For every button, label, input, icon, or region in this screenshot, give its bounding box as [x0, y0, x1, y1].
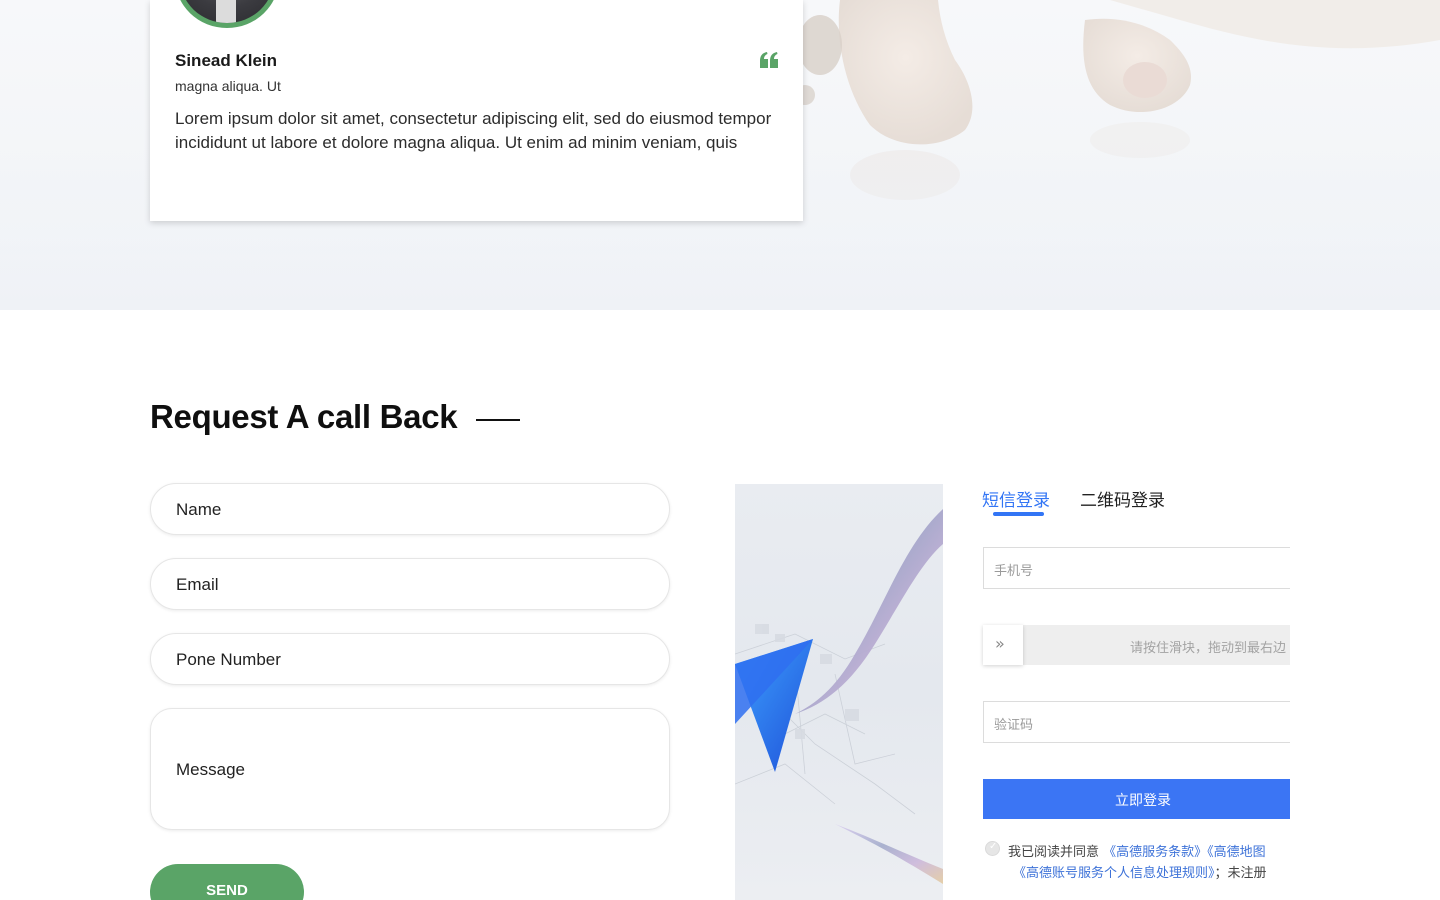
title-divider	[476, 419, 520, 421]
testimonial-name: Sinead Klein	[175, 51, 278, 70]
phone-placeholder: Pone Number	[176, 650, 281, 669]
tab-qr-login[interactable]: 二维码登录	[1080, 486, 1165, 511]
terms-link[interactable]: 《高德服务条款》	[1103, 845, 1207, 860]
quote-icon	[760, 52, 778, 68]
message-textarea[interactable]: Message	[150, 708, 670, 830]
slider-hint: 请按住滑块，拖动到最右边	[1129, 641, 1286, 656]
avatar	[175, 0, 279, 28]
agreement-suffix: ；未注册	[1214, 866, 1267, 881]
slider-handle[interactable]: »	[983, 625, 1023, 665]
testimonial-card: Sinead Klein magna aliqua. Ut Lorem ipsu…	[150, 0, 803, 221]
phone-number-placeholder: 手机号	[994, 564, 1034, 579]
agreement-text-line2: 《高德账号服务个人信息处理规则》；未注册	[1013, 862, 1267, 881]
agreement-prefix: 我已阅读并同意	[1008, 845, 1100, 860]
double-chevron-right-icon: »	[995, 634, 1005, 653]
tab-sms-login[interactable]: 短信登录	[982, 486, 1050, 511]
name-placeholder: Name	[176, 500, 222, 519]
map-terms-link[interactable]: 《高德地图	[1207, 845, 1266, 860]
paper-plane-illustration	[735, 509, 943, 884]
email-input[interactable]: Email	[150, 558, 670, 610]
verification-code-placeholder: 验证码	[994, 718, 1034, 733]
active-tab-indicator	[993, 512, 1044, 516]
send-button[interactable]: SEND	[150, 864, 304, 900]
verification-code-input[interactable]: 验证码	[983, 701, 1303, 743]
testimonial-text: Lorem ipsum dolor sit amet, consectetur …	[175, 109, 772, 152]
login-illustration	[735, 484, 943, 900]
agreement-text: 我已阅读并同意 《高德服务条款》《高德地图	[1008, 841, 1266, 860]
phone-input[interactable]: Pone Number	[150, 633, 670, 685]
phone-number-input[interactable]: 手机号	[983, 547, 1303, 589]
frame-edge	[1290, 460, 1440, 900]
message-placeholder: Message	[176, 760, 245, 779]
check-icon: ✓	[989, 841, 998, 852]
testimonial-role: magna aliqua. Ut	[175, 78, 281, 94]
login-submit-button[interactable]: 立即登录	[983, 779, 1303, 819]
name-input[interactable]: Name	[150, 483, 670, 535]
section-title: Request A call Back	[150, 398, 458, 435]
privacy-link[interactable]: 《高德账号服务个人信息处理规则》	[1013, 866, 1215, 881]
captcha-slider[interactable]: » 请按住滑块，拖动到最右边	[983, 625, 1303, 665]
email-placeholder: Email	[176, 575, 219, 594]
agree-checkbox[interactable]: ✓	[985, 841, 1000, 856]
